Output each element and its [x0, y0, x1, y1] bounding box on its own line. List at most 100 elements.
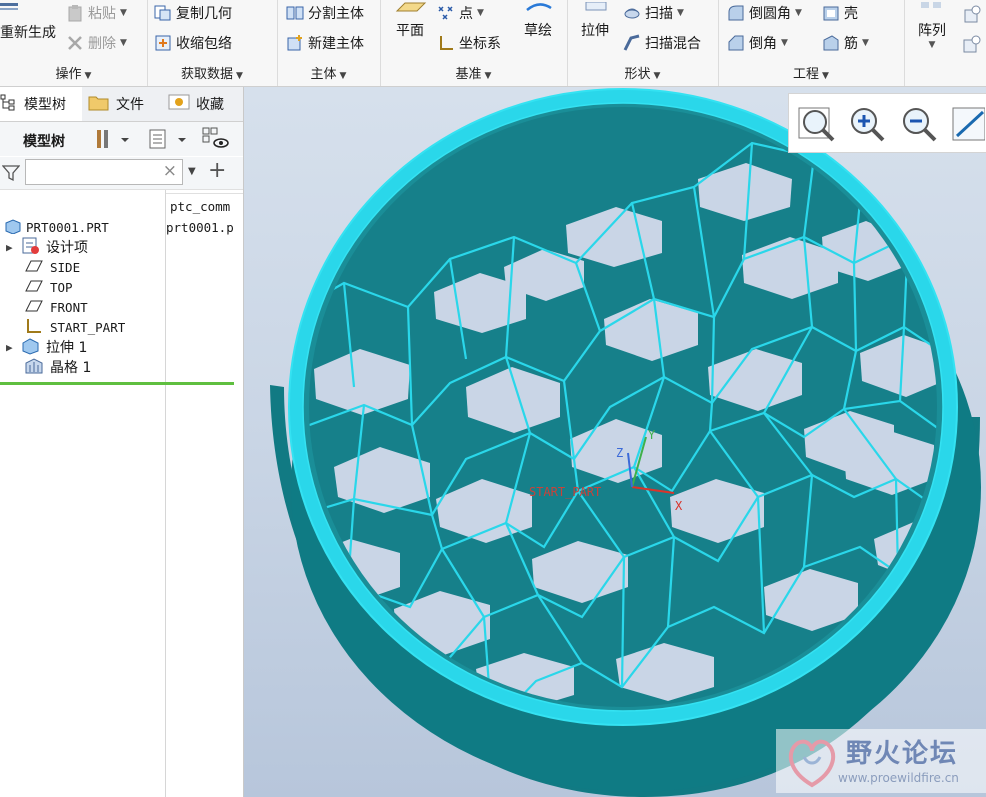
zoom-in-icon [851, 108, 885, 142]
insert-marker[interactable] [0, 382, 234, 385]
tree-item-lattice[interactable]: 晶格 1 [24, 357, 91, 377]
new-body-icon [286, 34, 304, 52]
lattice-icon [24, 357, 44, 378]
tree-filter-button[interactable] [147, 128, 189, 154]
favorites-icon [168, 93, 190, 115]
engineering-group-label[interactable]: 工程 ▼ [718, 63, 904, 82]
datum-group-label[interactable]: 基准 ▼ [380, 63, 567, 82]
refit-icon [798, 107, 835, 142]
tree-title: 模型树 [23, 134, 65, 150]
watermark-url: www.proewildfire.cn [838, 771, 959, 785]
split-body-icon [286, 4, 304, 22]
extrude-icon [20, 337, 42, 358]
tree-item-front[interactable]: FRONT [24, 297, 88, 317]
ribbon-toolbar: 重新生成 粘贴 ▼ 删除 ▼ 操作 ▼ 复制几何 收缩包络 获取数据 ▼ 分割主… [0, 0, 986, 87]
csys-button[interactable]: 坐标系 [437, 33, 501, 53]
sketch-button[interactable]: 草绘 [518, 0, 558, 40]
extrude-icon [575, 0, 615, 11]
tools-icon [97, 130, 129, 148]
sweep-button[interactable]: 扫描 ▼ [623, 3, 684, 23]
z-axis-label: Z [616, 446, 624, 460]
zoom-in-button[interactable] [847, 104, 887, 144]
column-display-button[interactable] [201, 126, 231, 154]
expand-arrow-icon[interactable]: ▶ [6, 341, 20, 354]
mirror-icon[interactable] [962, 4, 982, 28]
shape-group-label[interactable]: 形状 ▼ [567, 63, 718, 82]
tab-files[interactable]: 文件 [88, 87, 160, 121]
body-group: 分割主体 新建主体 主体 ▼ [277, 0, 381, 86]
search-row: × ▼ + [0, 157, 243, 190]
delete-button[interactable]: 删除 ▼ [66, 33, 127, 53]
body-group-label[interactable]: 主体 ▼ [277, 63, 380, 82]
tree-item-start-part[interactable]: START_PART [24, 317, 125, 337]
tree-item-top[interactable]: TOP [24, 277, 73, 297]
point-button[interactable]: 点 ▼ [437, 3, 484, 23]
add-icon[interactable]: + [208, 158, 226, 183]
new-body-button[interactable]: 新建主体 [286, 33, 364, 53]
model-tree-icon [0, 93, 18, 115]
clear-icon[interactable]: × [163, 161, 177, 181]
shrinkwrap-button[interactable]: 收缩包络 [154, 33, 232, 53]
navigator-tabs: 模型树 文件 收藏 [0, 87, 243, 122]
tree-item-extrude[interactable]: ▶ 拉伸 1 [0, 337, 87, 357]
sketch-icon [518, 0, 558, 11]
part-icon [4, 218, 22, 237]
rib-button[interactable]: 筋 ▼ [822, 33, 869, 53]
repaint-icon [952, 107, 985, 141]
tab-favorites[interactable]: 收藏 [168, 87, 243, 121]
show-list-icon [149, 129, 186, 149]
search-input[interactable]: × [25, 159, 183, 185]
datum-plane-icon [24, 259, 44, 276]
y-axis-label: Y [648, 428, 656, 442]
chevron-down-icon: ▼ [677, 8, 684, 18]
tree-settings-button[interactable] [93, 128, 131, 154]
x-axis-label: X [675, 499, 683, 513]
shell-button[interactable]: 壳 [822, 3, 858, 23]
tab-model-tree[interactable]: 模型树 [0, 87, 82, 121]
view-toolbar [788, 93, 986, 153]
tree-item-side[interactable]: SIDE [24, 257, 80, 277]
project-icon[interactable] [962, 34, 982, 58]
zoom-out-button[interactable] [899, 104, 939, 144]
copy-geometry-button[interactable]: 复制几何 [154, 3, 232, 23]
delete-icon [66, 34, 84, 52]
shrinkwrap-icon [154, 34, 172, 52]
refit-button[interactable] [797, 104, 837, 144]
pattern-button[interactable]: 阵列 ▼ [910, 0, 954, 50]
chevron-down-icon: ▼ [781, 38, 788, 48]
filter-icon[interactable] [1, 164, 21, 186]
pattern-icon [910, 0, 954, 10]
chevron-down-icon: ▼ [928, 40, 936, 50]
round-button[interactable]: 倒圆角 ▼ [727, 3, 802, 23]
column-header[interactable]: ptc_comm [166, 193, 243, 219]
zoom-out-icon [903, 108, 937, 142]
getdata-group-label[interactable]: 获取数据 ▼ [147, 63, 277, 82]
datum-group: 平面 点 ▼ 坐标系 草绘 基准 ▼ [380, 0, 568, 86]
chamfer-button[interactable]: 倒角 ▼ [727, 33, 788, 53]
tree-item-design-items[interactable]: ▶ 设计项 [0, 237, 88, 257]
expand-arrow-icon[interactable]: ▶ [6, 241, 20, 254]
design-items-icon [20, 237, 42, 258]
folder-icon [88, 93, 110, 115]
chevron-down-icon: ▼ [120, 38, 127, 48]
csys-label: START_PART [529, 485, 602, 499]
chevron-down-icon: ▼ [795, 8, 802, 18]
chamfer-icon [727, 34, 745, 52]
repaint-button[interactable] [951, 104, 985, 144]
plane-button[interactable]: 平面 [388, 0, 432, 40]
extrude-button[interactable]: 拉伸 [575, 0, 615, 40]
tree-item-part[interactable]: PRT0001.PRT [0, 217, 109, 237]
ops-group-label[interactable]: 操作 ▼ [0, 63, 147, 82]
column-divider[interactable] [165, 190, 166, 797]
graphics-viewport[interactable]: START_PART X Y Z 野火论坛 www.proewildfire.c… [244, 87, 986, 797]
chevron-down-icon[interactable]: ▼ [188, 166, 196, 177]
ops-group: 重新生成 粘贴 ▼ 删除 ▼ 操作 ▼ [0, 0, 148, 86]
paste-button[interactable]: 粘贴 ▼ [66, 3, 127, 23]
split-body-button[interactable]: 分割主体 [286, 3, 364, 23]
swept-blend-button[interactable]: 扫描混合 [623, 33, 701, 53]
pattern-group: 阵列 ▼ [904, 0, 986, 86]
shell-icon [822, 4, 840, 22]
regenerate-icon [0, 0, 20, 10]
chevron-down-icon: ▼ [477, 8, 484, 18]
paste-icon [66, 4, 84, 22]
